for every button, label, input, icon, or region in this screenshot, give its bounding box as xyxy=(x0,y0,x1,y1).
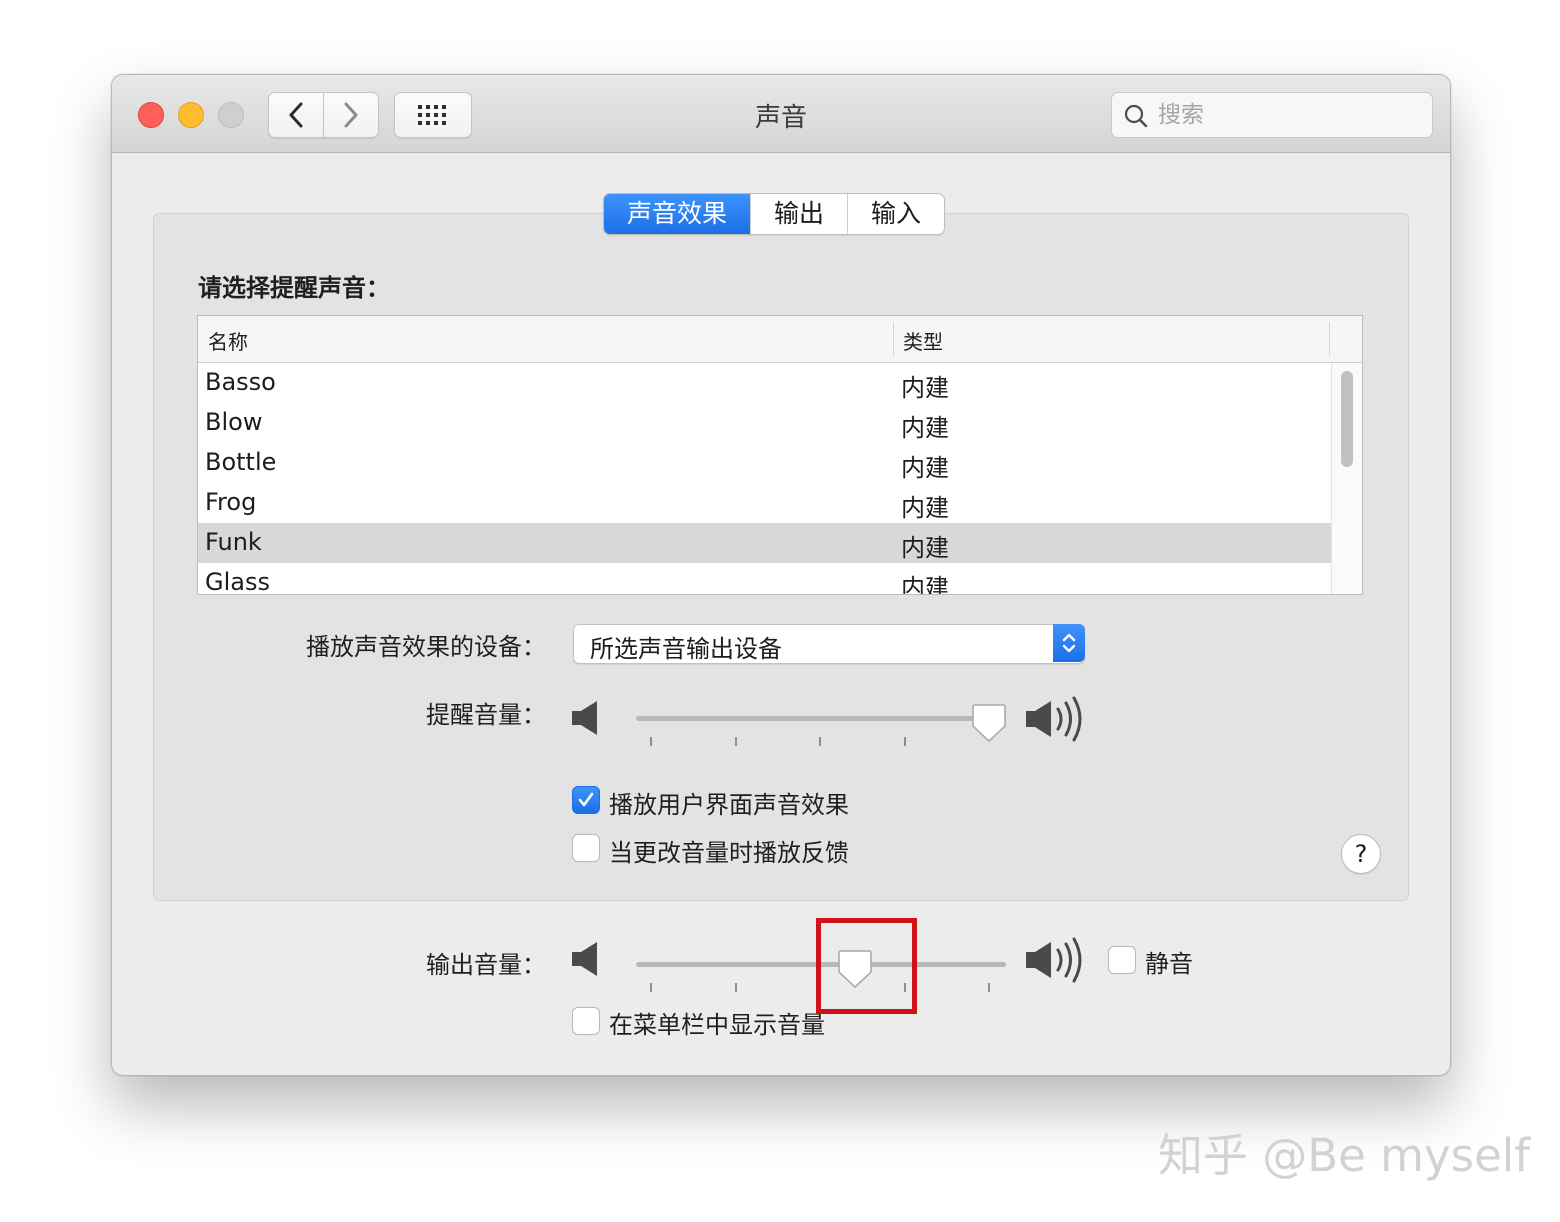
table-row[interactable]: Frog 内建 xyxy=(198,483,1331,523)
slider-knob[interactable] xyxy=(972,704,1006,742)
sound-type: 内建 xyxy=(901,414,949,442)
sound-name: Glass xyxy=(205,568,270,595)
title-bar: 声音 xyxy=(112,75,1450,153)
slider-tick xyxy=(650,737,652,746)
speaker-low-icon xyxy=(572,942,597,976)
sound-name: Frog xyxy=(205,488,257,516)
sound-type: 内建 xyxy=(901,494,949,522)
sound-type: 内建 xyxy=(901,374,949,402)
table-header: 名称 类型 xyxy=(198,316,1362,363)
volume-feedback-label: 当更改音量时播放反馈 xyxy=(609,839,849,867)
slider-tick xyxy=(904,737,906,746)
speaker-high-icon xyxy=(1026,937,1082,983)
sound-name: Blow xyxy=(205,408,263,436)
slider-tick xyxy=(735,737,737,746)
slider-tick xyxy=(650,983,652,992)
speaker-high-icon xyxy=(1026,696,1082,742)
table-row-selected[interactable]: Funk 内建 xyxy=(198,523,1331,563)
sound-type: 内建 xyxy=(901,534,949,562)
tab-sound-effects[interactable]: 声音效果 xyxy=(604,194,751,234)
table-row[interactable]: Bottle 内建 xyxy=(198,443,1331,483)
sound-name: Basso xyxy=(205,368,276,396)
table-scrollbar[interactable] xyxy=(1331,363,1362,594)
tab-input[interactable]: 输入 xyxy=(847,194,944,234)
column-header-name[interactable]: 名称 xyxy=(208,326,248,355)
help-button[interactable]: ? xyxy=(1341,834,1381,874)
show-in-menubar-label: 在菜单栏中显示音量 xyxy=(609,1011,825,1039)
checkmark-icon xyxy=(578,792,594,807)
table-body: Basso 内建 Blow 内建 Bottle 内建 Frog 内建 Funk … xyxy=(198,363,1331,595)
column-divider xyxy=(893,322,894,356)
table-row[interactable]: Blow 内建 xyxy=(198,403,1331,443)
device-popup[interactable]: 所选声音输出设备 xyxy=(573,624,1085,664)
sound-type: 内建 xyxy=(901,454,949,482)
table-row[interactable]: Basso 内建 xyxy=(198,363,1331,403)
show-in-menubar-checkbox[interactable] xyxy=(572,1007,600,1035)
annotation-highlight-box xyxy=(816,918,917,1014)
tab-output[interactable]: 输出 xyxy=(750,194,847,234)
slider-tick xyxy=(819,737,821,746)
ui-sounds-checkbox[interactable] xyxy=(572,786,600,814)
slider-tick xyxy=(988,983,990,992)
alert-volume-slider[interactable] xyxy=(636,704,1006,757)
table-row[interactable]: Glass 内建 xyxy=(198,563,1331,595)
speaker-low-icon xyxy=(572,701,597,735)
mute-label: 静音 xyxy=(1145,950,1193,978)
system-preferences-window: 声音 声音效果 输出 输入 请选择提醒声音： 名称 类型 Basso 内建 xyxy=(111,74,1451,1076)
popup-arrows-icon xyxy=(1053,624,1085,662)
device-label: 播放声音效果的设备： xyxy=(306,633,546,661)
column-divider xyxy=(1329,322,1330,356)
device-popup-value: 所选声音输出设备 xyxy=(590,635,782,663)
alert-sound-heading: 请选择提醒声音： xyxy=(198,274,390,302)
volume-feedback-checkbox[interactable] xyxy=(572,834,600,862)
scrollbar-thumb[interactable] xyxy=(1341,371,1353,467)
alert-sound-table: 名称 类型 Basso 内建 Blow 内建 Bottle 内建 Frog 内建 xyxy=(197,315,1363,595)
slider-tick xyxy=(735,983,737,992)
sound-name: Bottle xyxy=(205,448,277,476)
search-input[interactable] xyxy=(1156,99,1420,131)
tab-bar: 声音效果 输出 输入 xyxy=(603,193,946,235)
ui-sounds-label: 播放用户界面声音效果 xyxy=(609,791,849,819)
output-volume-label: 输出音量： xyxy=(426,951,546,979)
column-header-type[interactable]: 类型 xyxy=(903,326,943,355)
mute-checkbox[interactable] xyxy=(1108,946,1136,974)
alert-volume-label: 提醒音量： xyxy=(426,701,546,729)
watermark: 知乎 @Be myself xyxy=(1158,1129,1531,1182)
search-field[interactable] xyxy=(1111,92,1433,138)
search-icon xyxy=(1124,104,1148,128)
sound-name: Funk xyxy=(205,528,262,556)
sound-type: 内建 xyxy=(901,574,949,595)
